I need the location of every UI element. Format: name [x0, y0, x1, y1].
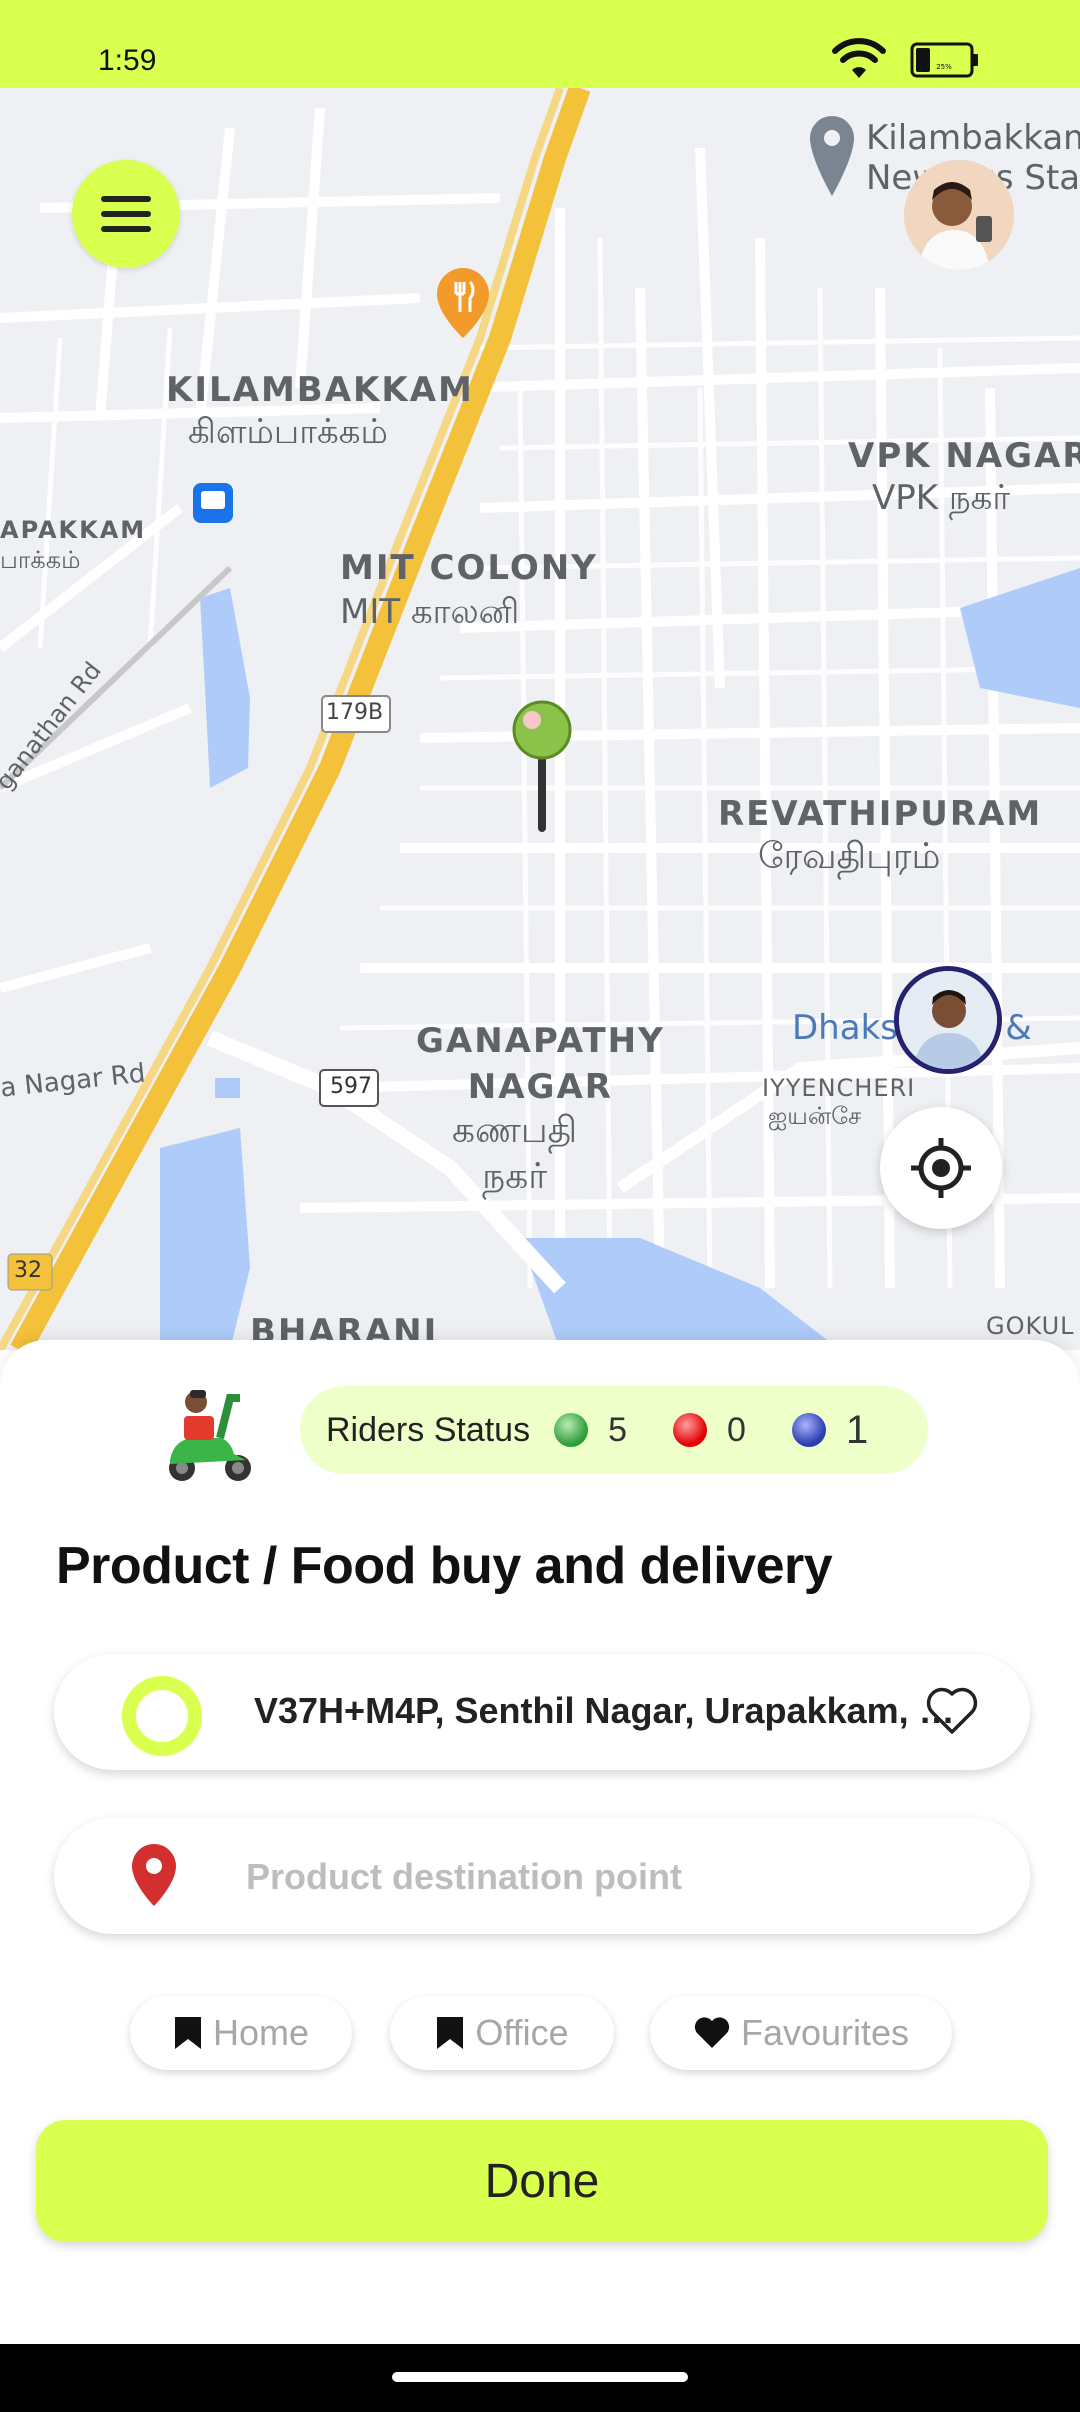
map-label-revathipuram: REVATHIPURAM	[718, 794, 1043, 834]
map-label-gokul: GOKUL	[986, 1312, 1075, 1340]
busy-riders-count: 0	[727, 1410, 746, 1449]
rider-avatar[interactable]	[894, 966, 1002, 1074]
map-label-ganapathy-nagar: GANAPATHY NAGAR	[416, 1021, 665, 1107]
status-time: 1:59	[98, 44, 157, 77]
destination-placeholder: Product destination point	[246, 1856, 682, 1897]
heart-icon	[694, 2017, 730, 2048]
favourites-shortcut-chip[interactable]: Favourites	[650, 1996, 952, 2070]
heart-outline-icon[interactable]	[924, 1684, 980, 1736]
system-nav-bar	[0, 2344, 1080, 2412]
crosshair-icon	[911, 1138, 971, 1198]
on-trip-status-icon	[791, 1413, 826, 1447]
pickup-marker-icon	[122, 1676, 202, 1756]
road-badge-179b: 179B	[326, 700, 384, 725]
map-label-vpk-nagar-tamil: VPK நகர்	[872, 478, 1011, 518]
busy-status-icon	[673, 1413, 708, 1447]
riders-status-label: Riders Status	[326, 1410, 531, 1449]
restaurant-icon	[454, 280, 475, 312]
location-pin-icon	[132, 1844, 176, 1906]
office-shortcut-chip[interactable]: Office	[390, 1996, 614, 2070]
profile-avatar[interactable]	[904, 160, 1014, 270]
favourites-chip-label: Favourites	[740, 2012, 910, 2053]
done-button[interactable]: Done	[36, 2120, 1048, 2242]
map-label-apakkam: APAKKAM	[0, 516, 147, 544]
user-photo-icon	[904, 160, 1014, 270]
map-label-ganapathy-nagar-tamil: கணபதி நகர்	[452, 1110, 578, 1197]
road-badge-597: 597	[330, 1074, 372, 1099]
pickup-address: V37H+M4P, Senthil Nagar, Urapakkam, Tami…	[254, 1690, 964, 1731]
page-title: Product / Food buy and delivery	[56, 1537, 833, 1595]
office-chip-label: Office	[475, 2012, 569, 2053]
road-badge-32: 32	[14, 1258, 42, 1283]
home-shortcut-chip[interactable]: Home	[130, 1996, 352, 2070]
map-label-kilambakkam-tamil: கிளம்பாக்கம்	[188, 412, 388, 452]
map-label-iyyencheri: IYYENCHERI	[762, 1074, 916, 1102]
map-label-apakkam-tamil: பாக்கம்	[0, 546, 81, 574]
home-chip-label: Home	[212, 2012, 310, 2053]
hamburger-icon	[101, 196, 151, 232]
battery-percent: 25%	[936, 63, 952, 71]
on-trip-riders-count: 1	[845, 1407, 869, 1452]
map-label-revathipuram-tamil: ரேவதிபுரம்	[758, 836, 941, 877]
map-label-vpk-nagar: VPK NAGAR	[848, 436, 1080, 476]
rider-photo-icon	[899, 971, 997, 1069]
pickup-location-field[interactable]: V37H+M4P, Senthil Nagar, Urapakkam, Tami…	[54, 1654, 1030, 1770]
map-label-mit-colony-tamil: MIT காலனி	[340, 592, 520, 632]
home-indicator[interactable]	[392, 2372, 688, 2382]
wifi-icon	[832, 38, 886, 78]
bookmark-icon	[174, 2017, 201, 2049]
battery-icon: 25%	[910, 42, 978, 78]
destination-field[interactable]: Product destination point	[54, 1818, 1030, 1934]
my-location-button[interactable]	[880, 1107, 1002, 1229]
available-status-icon	[554, 1413, 589, 1447]
map-label-iyyencheri-tamil: ஐயன்சே	[768, 1102, 862, 1130]
scooter-icon	[169, 1390, 251, 1481]
menu-button[interactable]	[72, 160, 180, 268]
available-riders-count: 5	[608, 1410, 628, 1449]
bookmark-icon	[437, 2017, 464, 2049]
status-bar: 1:59 25%	[0, 0, 1080, 88]
map-label-mit-colony: MIT COLONY	[340, 548, 598, 588]
riders-status-pill: Riders Status 5 0 1	[300, 1386, 928, 1474]
map-label-kilambakkam: KILAMBAKKAM	[166, 370, 474, 410]
